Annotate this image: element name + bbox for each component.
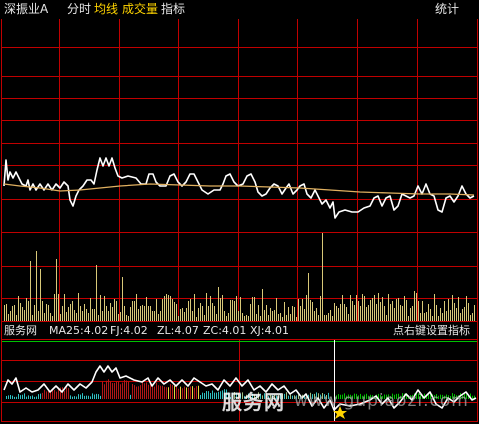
tab-avg-line[interactable]: 均线 xyxy=(94,2,118,16)
fj-value: FJ:4.02 xyxy=(110,324,148,337)
tab-indicator[interactable]: 指标 xyxy=(161,2,185,16)
watermark-url: www.gupiaozi.com xyxy=(294,391,469,411)
indicator-info-bar: 服务网 MA25:4.02 FJ:4.02 ZL:4.07 ZC:4.01 XJ… xyxy=(0,323,479,339)
indicator-name[interactable]: 服务网 xyxy=(4,323,37,339)
stats-button[interactable]: 统计 xyxy=(435,2,459,16)
zc-value: ZC:4.01 xyxy=(203,324,247,337)
tab-timeshare[interactable]: 分时 xyxy=(67,2,91,16)
xj-value: XJ:4.01 xyxy=(250,324,289,337)
ma25-value: MA25:4.02 xyxy=(49,324,109,337)
chart-header: 深振业A 分时 均线 成交量 指标 统计 xyxy=(0,0,479,19)
intraday-chart[interactable] xyxy=(0,0,479,424)
stock-name[interactable]: 深振业A xyxy=(4,2,48,16)
watermark-text: 服务网 xyxy=(222,390,285,414)
indicator-settings-hint[interactable]: 点右键设置指标 xyxy=(393,323,470,339)
zl-value: ZL:4.07 xyxy=(157,324,199,337)
tab-volume[interactable]: 成交量 xyxy=(122,2,158,16)
